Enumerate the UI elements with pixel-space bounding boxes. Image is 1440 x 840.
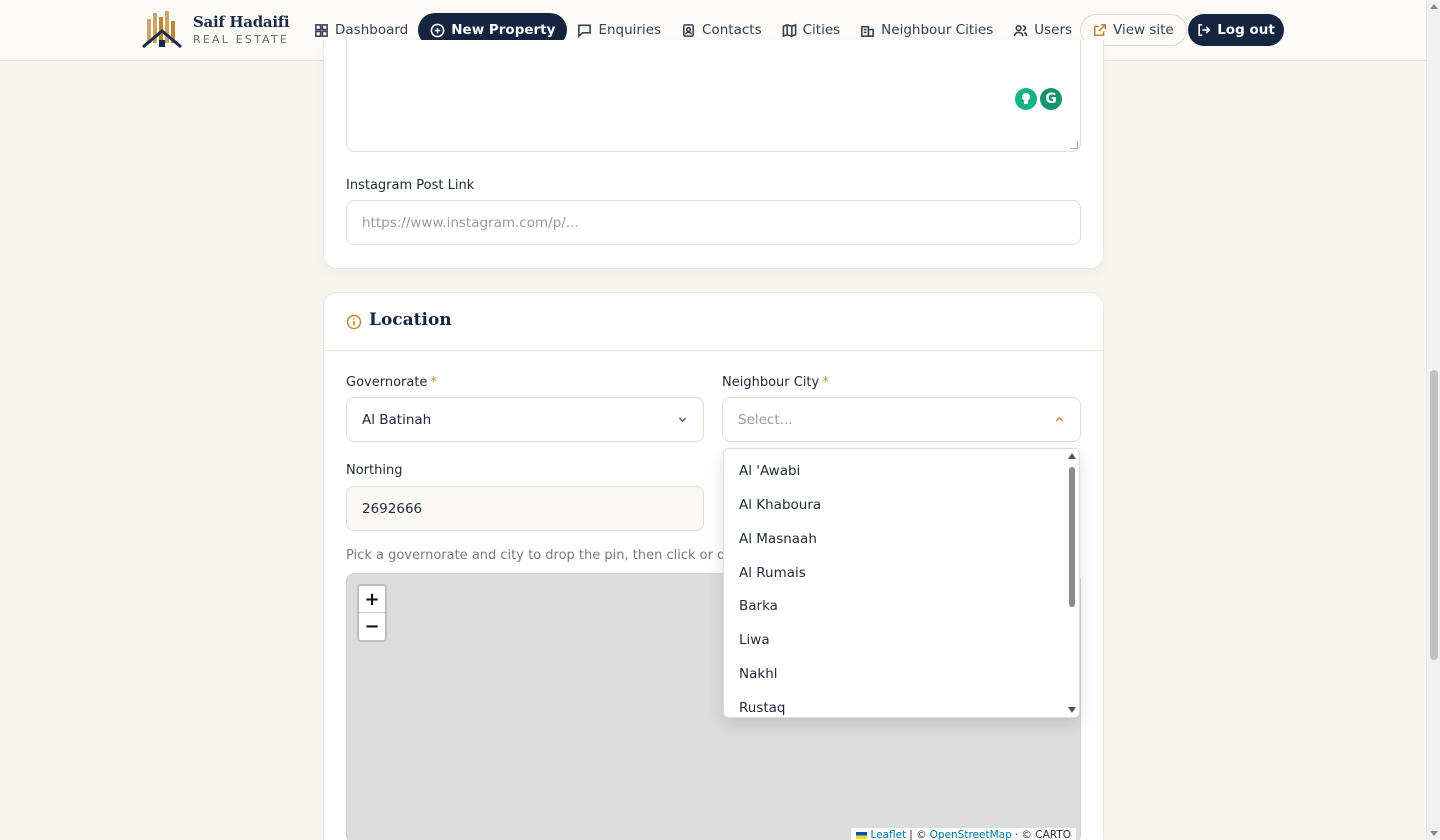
attribution-separator: | © [909,829,927,840]
map-attribution: Leaflet | © OpenStreetMap · © CARTO [851,828,1076,840]
nav-dashboard-label: Dashboard [335,22,409,38]
brand-name: Saif Hadaifi [193,13,290,31]
description-textarea[interactable]: G [346,40,1081,152]
page-scroll-up-arrow[interactable] [1430,4,1438,9]
scroll-down-arrow[interactable] [1068,707,1076,713]
zoom-control: + − [357,584,387,642]
northing-input[interactable]: 2692666 [346,486,704,531]
brand-subtitle: REAL ESTATE [193,33,290,46]
neighbour-city-select[interactable]: Select... [722,397,1081,442]
neighbour-city-label: Neighbour City * [722,375,829,390]
neighbour-city-placeholder: Select... [738,411,793,428]
neighbour-city-listbox[interactable]: Al 'Awabi Al Khaboura Al Masnaah Al Ruma… [723,448,1080,718]
zoom-out-button[interactable]: − [359,613,385,640]
chevron-up-icon [1055,416,1064,422]
governorate-label-text: Governorate [346,375,428,390]
map-hint: Pick a governorate and city to drop the … [346,548,759,563]
logo-icon [142,11,182,49]
page-scroll-thumb[interactable] [1430,370,1438,660]
nav-cities-label: Cities [802,22,841,38]
grid-icon [315,23,328,37]
carto-attribution: · © CARTO [1014,829,1071,840]
grammarly-widget[interactable]: G [1015,88,1062,110]
logout-label: Log out [1217,22,1275,38]
chevron-down-icon [678,417,687,423]
location-header: Location [324,293,1103,351]
page-scroll-down-arrow[interactable] [1430,831,1438,836]
nav-enquiries-label: Enquiries [598,22,662,38]
required-marker: * [822,375,829,390]
location-title: Location [369,310,452,330]
logout-icon [1198,23,1211,37]
leaflet-link[interactable]: Leaflet [870,829,906,840]
option-al-awabi[interactable]: Al 'Awabi [739,463,800,479]
grammarly-icon[interactable]: G [1040,88,1062,110]
users-icon [1013,24,1028,36]
governorate-value: Al Batinah [362,411,432,428]
nav-users-label: Users [1034,22,1073,38]
details-card: G Instagram Post Link https://www.instag… [323,40,1104,269]
map-icon [782,23,796,37]
info-icon [346,314,362,330]
nav-new-property-label: New Property [451,22,556,38]
ukraine-flag-icon [856,831,868,839]
nav-contacts-label: Contacts [702,22,762,38]
option-liwa[interactable]: Liwa [739,632,770,648]
neighbour-city-label-text: Neighbour City [722,375,820,390]
openstreetmap-link[interactable]: OpenStreetMap [930,829,1012,840]
plus-circle-icon [430,23,445,37]
option-al-rumais[interactable]: Al Rumais [739,565,806,581]
view-site-label: View site [1113,22,1174,38]
instagram-input[interactable]: https://www.instagram.com/p/... [346,200,1081,245]
instagram-label: Instagram Post Link [346,178,475,193]
bulb-icon[interactable] [1015,88,1037,110]
message-icon [578,24,592,38]
option-nakhl[interactable]: Nakhl [739,666,778,682]
building-icon [861,25,875,37]
resize-handle[interactable] [1070,141,1078,149]
option-rustaq[interactable]: Rustaq [739,700,786,716]
option-al-khaboura[interactable]: Al Khaboura [739,497,821,513]
governorate-select[interactable]: Al Batinah [346,397,704,442]
option-al-masnaah[interactable]: Al Masnaah [739,531,817,547]
nav-neighbour-cities-label: Neighbour Cities [881,22,994,38]
governorate-label: Governorate * [346,375,437,390]
required-marker: * [430,375,437,390]
listbox-scrollbar[interactable] [1065,449,1079,717]
logout-button[interactable]: Log out [1188,14,1284,46]
contact-icon [683,23,695,37]
northing-label: Northing [346,463,403,478]
option-barka[interactable]: Barka [739,598,778,614]
zoom-in-button[interactable]: + [359,586,385,613]
brand[interactable]: Saif Hadaifi REAL ESTATE [141,9,290,51]
scroll-up-arrow[interactable] [1068,453,1076,459]
listbox-scroll-thumb[interactable] [1069,467,1075,607]
external-link-icon [1093,23,1107,37]
page-scrollbar[interactable] [1426,0,1440,840]
